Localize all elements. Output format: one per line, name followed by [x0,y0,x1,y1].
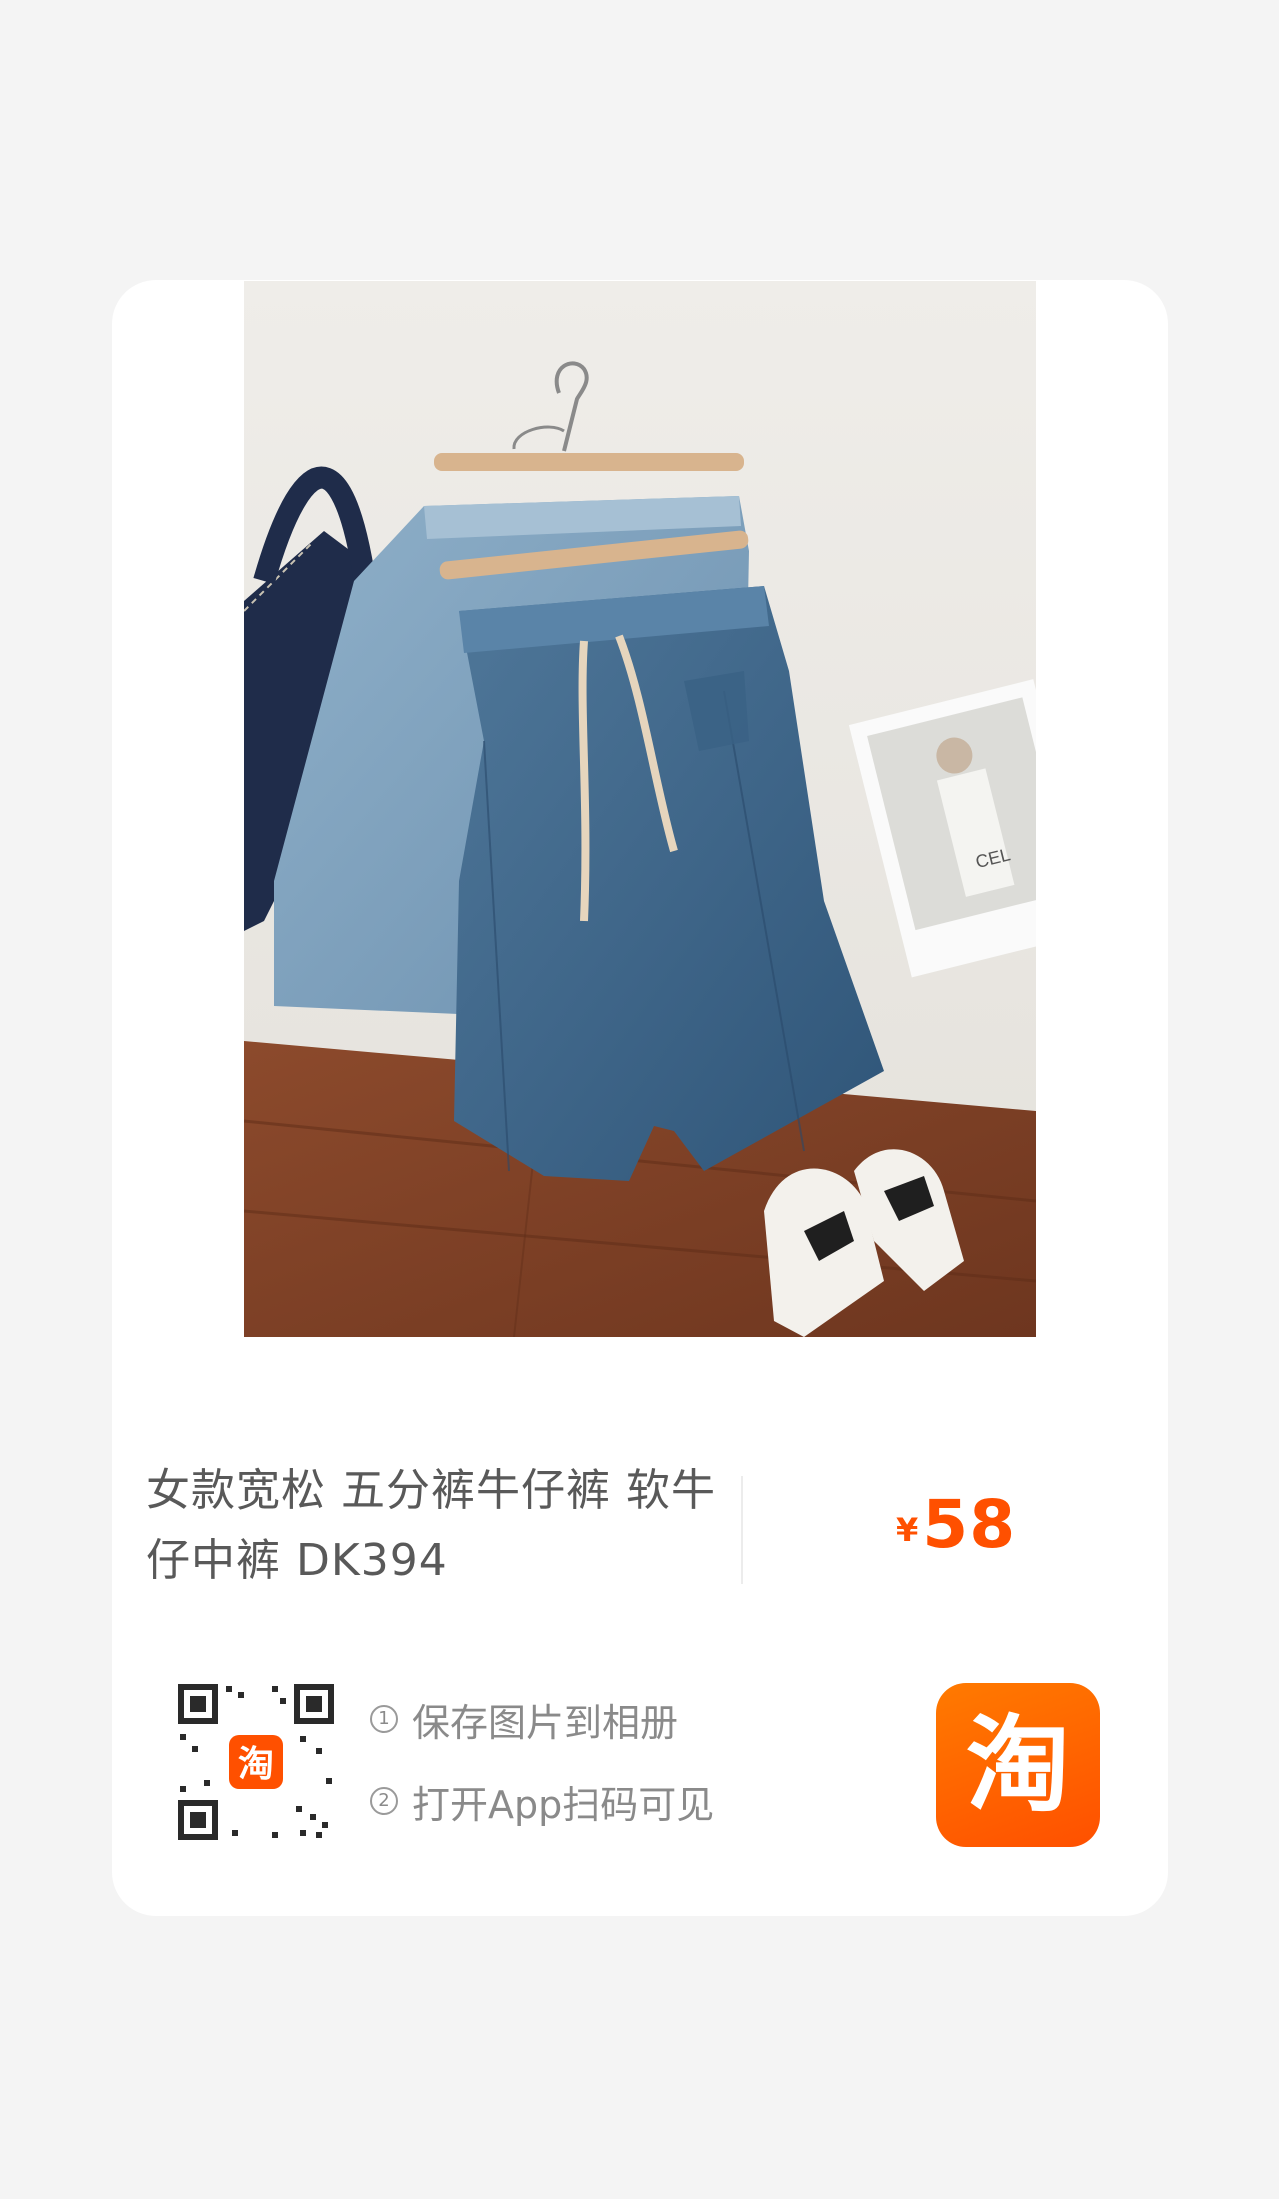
product-image[interactable]: CEL [244,281,1036,1337]
price-currency-symbol: ¥ [896,1511,919,1549]
share-poster: CEL 女款宽松 五分裤牛仔裤 软牛仔中裤 DK394 ¥58 淘 1 保存图片… [0,0,1279,2199]
qr-logo-text: 淘 [238,1744,274,1785]
step-save-image: 1 保存图片到相册 [370,1694,714,1745]
qr-code[interactable]: 淘 [176,1682,336,1842]
step-open-app: 2 打开App扫码可见 [370,1776,715,1827]
step-number-1: 1 [370,1705,398,1733]
divider [741,1476,743,1584]
taobao-app-icon[interactable]: 淘 [936,1683,1100,1847]
scan-instructions: 1 保存图片到相册 2 打开App扫码可见 [370,1694,714,1858]
step-text: 打开App扫码可见 [412,1782,715,1827]
product-price: ¥58 [896,1486,1016,1563]
step-number-2: 2 [370,1787,398,1815]
product-title[interactable]: 女款宽松 五分裤牛仔裤 软牛仔中裤 DK394 [146,1456,726,1596]
step-text: 保存图片到相册 [412,1700,679,1745]
price-value: 58 [922,1486,1017,1563]
